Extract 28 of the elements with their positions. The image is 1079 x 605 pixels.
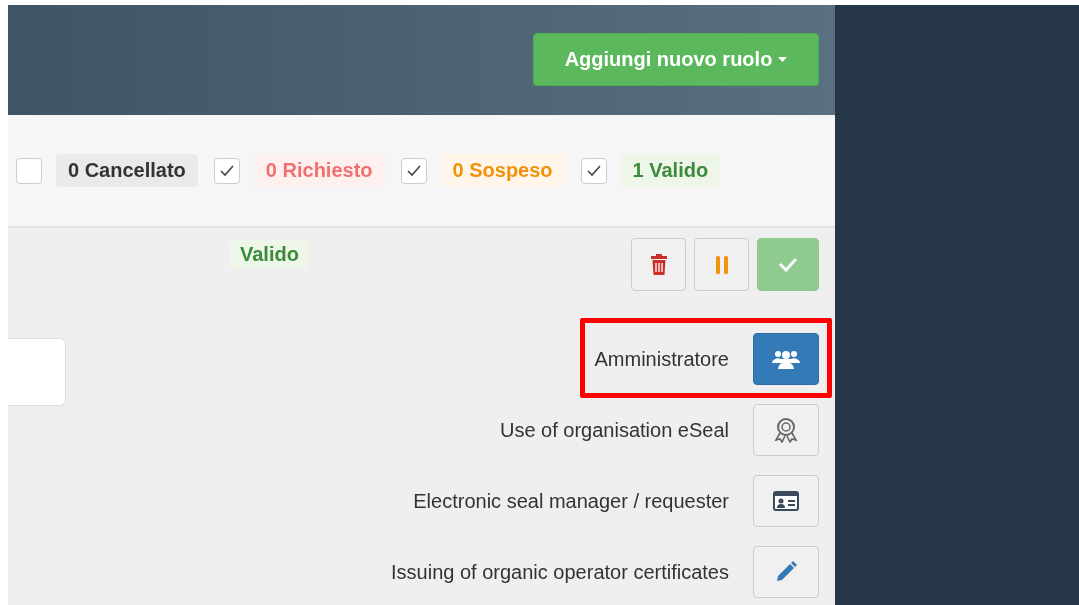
input-field[interactable] — [8, 338, 66, 406]
pause-icon — [715, 255, 728, 274]
role-label: Electronic seal manager / requester — [413, 489, 729, 513]
role-label: Use of organisation eSeal — [499, 418, 729, 442]
filter-checkbox[interactable] — [580, 157, 607, 184]
caret-icon — [778, 57, 788, 62]
check-icon — [586, 164, 601, 177]
filter-checkbox[interactable] — [400, 157, 427, 184]
status-count-label: 0 Richiesto — [253, 154, 385, 187]
check-icon — [406, 164, 421, 177]
check-icon — [219, 164, 234, 177]
add-role-button[interactable]: Aggiungi nuovo ruolo — [533, 33, 819, 86]
role-label: Issuing of organic operator certificates — [391, 560, 729, 584]
status-count-label: 0 Cancellato — [56, 154, 198, 187]
id-card-icon — [773, 491, 799, 511]
delete-button[interactable] — [631, 238, 686, 291]
users-icon — [772, 349, 800, 369]
check-icon — [778, 257, 798, 272]
status-count-label: 1 Valido — [620, 154, 721, 187]
pencil-icon — [775, 561, 797, 583]
award-icon — [774, 417, 798, 443]
role-label: Amministratore — [594, 347, 729, 371]
status-label: Valido — [230, 240, 309, 269]
status-count-label: 0 Sospeso — [440, 154, 565, 187]
filter-checkbox[interactable] — [213, 157, 240, 184]
trash-icon — [649, 253, 668, 276]
filter-checkbox[interactable] — [16, 157, 42, 184]
role-button[interactable] — [753, 333, 819, 385]
